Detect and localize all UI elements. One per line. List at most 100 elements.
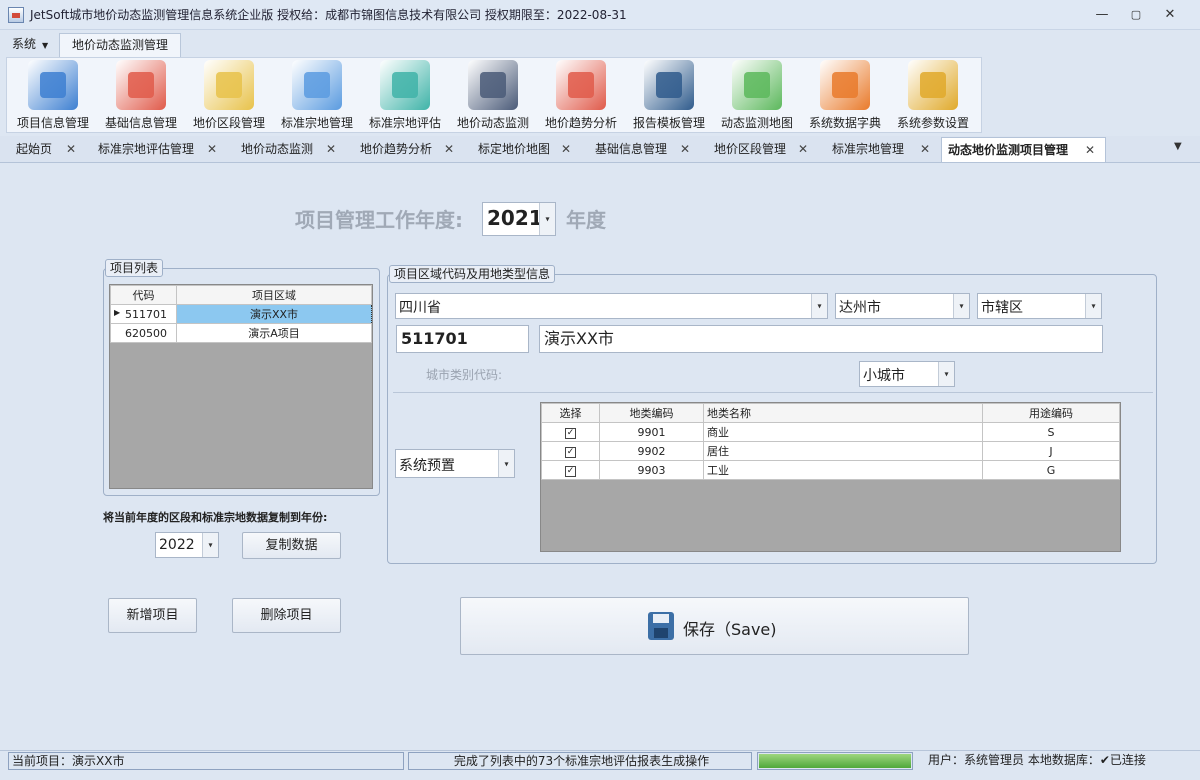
preset-value: 系统预置 bbox=[399, 458, 455, 474]
project-code: 511701 bbox=[125, 307, 167, 321]
save-button[interactable]: 保存（Save) bbox=[460, 597, 969, 655]
ribbon-button-10[interactable]: 系统数据字典 bbox=[802, 58, 888, 130]
doc-tab-4[interactable]: 地价趋势分析 ✕ bbox=[346, 137, 464, 162]
doc-tab-8[interactable]: 标准宗地管理 ✕ bbox=[818, 137, 940, 162]
status-progress-bar bbox=[757, 752, 913, 770]
ribbon-button-3[interactable]: 地价区段管理 bbox=[186, 58, 272, 130]
close-tab-icon[interactable]: ✕ bbox=[66, 137, 76, 161]
laptop-icon bbox=[644, 60, 694, 110]
copy-data-button[interactable]: 复制数据 bbox=[242, 532, 341, 559]
status-user: 用户：系统管理员 本地数据库：✔已连接 bbox=[928, 752, 1146, 768]
doc-tab-9[interactable]: 动态地价监测项目管理 ✕ bbox=[941, 137, 1106, 162]
chevron-down-icon[interactable] bbox=[953, 294, 969, 318]
save-label: 保存（Save) bbox=[683, 620, 777, 639]
city-type-label: 城市类别代码: bbox=[426, 368, 503, 382]
maximize-button[interactable]: ▢ bbox=[1126, 6, 1146, 24]
chevron-down-icon[interactable] bbox=[539, 203, 555, 235]
table-row[interactable]: ✓ 9903 工业 G bbox=[541, 460, 1120, 480]
clipboard-icon bbox=[116, 60, 166, 110]
row-checkbox[interactable]: ✓ bbox=[565, 466, 576, 477]
province-select[interactable]: 四川省 bbox=[395, 293, 828, 319]
map-search-icon bbox=[204, 60, 254, 110]
chevron-down-icon: ▼ bbox=[42, 41, 49, 50]
doc-tab-6[interactable]: 基础信息管理 ✕ bbox=[581, 137, 700, 162]
chevron-down-icon[interactable] bbox=[938, 362, 954, 386]
menu-system-label: 系统 bbox=[12, 37, 37, 51]
ribbon-label: 报告模板管理 bbox=[632, 116, 705, 130]
close-tab-icon[interactable]: ✕ bbox=[680, 137, 690, 161]
doc-tab-2[interactable]: 标准宗地评估管理 ✕ bbox=[84, 137, 227, 162]
ribbon-tab-land-price[interactable]: 地价动态监测管理 bbox=[59, 33, 181, 58]
table-row[interactable]: ▶ 511701 演示XX市 bbox=[110, 304, 372, 324]
district-select[interactable]: 市辖区 bbox=[977, 293, 1102, 319]
year-value: 2021 bbox=[487, 206, 543, 230]
chevron-down-icon[interactable] bbox=[1085, 294, 1101, 318]
table-row[interactable]: 620500 演示A项目 bbox=[110, 323, 372, 343]
ribbon-button-11[interactable]: 系统参数设置 bbox=[890, 58, 976, 130]
table-row[interactable]: ✓ 9902 居住 J bbox=[541, 441, 1120, 461]
year-label: 项目管理工作年度: bbox=[295, 208, 463, 232]
delete-project-button[interactable]: 删除项目 bbox=[232, 598, 341, 633]
district-value: 市辖区 bbox=[981, 300, 1023, 316]
ribbon-button-2[interactable]: 基础信息管理 bbox=[98, 58, 184, 130]
close-tab-icon[interactable]: ✕ bbox=[326, 137, 336, 161]
city-type-select[interactable]: 小城市 bbox=[859, 361, 955, 387]
tab-list-dropdown-icon[interactable]: ▼ bbox=[1174, 141, 1182, 152]
copy-year-select[interactable]: 2022 bbox=[155, 532, 219, 558]
column-header-landuse-name[interactable]: 地类名称 bbox=[703, 403, 983, 423]
region-info-title: 项目区域代码及用地类型信息 bbox=[389, 265, 556, 283]
close-tab-icon[interactable]: ✕ bbox=[920, 137, 930, 161]
region-code-field[interactable]: 511701 bbox=[396, 325, 529, 353]
doc-tab-label: 标准宗地管理 bbox=[832, 142, 905, 156]
city-select[interactable]: 达州市 bbox=[835, 293, 970, 319]
project-region[interactable]: 演示A项目 bbox=[176, 323, 372, 343]
doc-tab-3[interactable]: 地价动态监测 ✕ bbox=[227, 137, 346, 162]
year-select[interactable]: 2021 bbox=[482, 202, 556, 236]
menu-system[interactable]: 系统 ▼ bbox=[6, 33, 54, 55]
ribbon-button-1[interactable]: 项目信息管理 bbox=[10, 58, 96, 130]
ribbon-button-9[interactable]: 动态监测地图 bbox=[714, 58, 800, 130]
doc-tab-5[interactable]: 标定地价地图 ✕ bbox=[464, 137, 581, 162]
doc-tab-label: 地价动态监测 bbox=[241, 142, 314, 156]
status-current-project: 当前项目：演示XX市 bbox=[8, 752, 404, 770]
column-header-landuse-code[interactable]: 地类编码 bbox=[599, 403, 704, 423]
row-checkbox[interactable]: ✓ bbox=[565, 447, 576, 458]
chevron-down-icon[interactable] bbox=[811, 294, 827, 318]
map-magnify-icon bbox=[732, 60, 782, 110]
project-code: 620500 bbox=[110, 323, 177, 343]
region-name-field[interactable]: 演示XX市 bbox=[539, 325, 1103, 353]
close-tab-icon[interactable]: ✕ bbox=[1085, 138, 1095, 162]
close-tab-icon[interactable]: ✕ bbox=[798, 137, 808, 161]
row-pointer-icon: ▶ bbox=[114, 307, 121, 317]
map-pin-icon bbox=[292, 60, 342, 110]
column-header-use-code[interactable]: 用途编码 bbox=[982, 403, 1120, 423]
title-bar: JetSoft城市地价动态监测管理信息系统企业版 授权给：成都市锦图信息技术有限… bbox=[0, 0, 1200, 30]
close-tab-icon[interactable]: ✕ bbox=[561, 137, 571, 161]
ribbon-button-8[interactable]: 报告模板管理 bbox=[626, 58, 712, 130]
chevron-down-icon[interactable] bbox=[498, 450, 514, 477]
ribbon-button-7[interactable]: 地价趋势分析 bbox=[538, 58, 624, 130]
ribbon-button-4[interactable]: 标准宗地管理 bbox=[274, 58, 360, 130]
doc-tab-7[interactable]: 地价区段管理 ✕ bbox=[700, 137, 818, 162]
row-checkbox[interactable]: ✓ bbox=[565, 428, 576, 439]
status-message: 完成了列表中的73个标准宗地评估报表生成操作 bbox=[408, 752, 752, 770]
close-button[interactable]: ✕ bbox=[1160, 6, 1180, 24]
doc-tab-label: 动态地价监测项目管理 bbox=[948, 143, 1069, 157]
project-region[interactable]: 演示XX市 bbox=[176, 304, 372, 324]
ribbon-button-6[interactable]: 地价动态监测 bbox=[450, 58, 536, 130]
landuse-name: 工业 bbox=[703, 460, 983, 480]
preset-select[interactable]: 系统预置 bbox=[395, 449, 515, 478]
minimize-button[interactable]: — bbox=[1092, 6, 1112, 24]
close-tab-icon[interactable]: ✕ bbox=[207, 137, 217, 161]
chevron-down-icon[interactable] bbox=[202, 533, 218, 557]
close-tab-icon[interactable]: ✕ bbox=[444, 137, 454, 161]
landuse-code: 9902 bbox=[599, 441, 704, 461]
add-project-button[interactable]: 新增项目 bbox=[108, 598, 197, 633]
column-header-select[interactable]: 选择 bbox=[541, 403, 600, 423]
column-header-region[interactable]: 项目区域 bbox=[176, 285, 372, 305]
ribbon-button-5[interactable]: 标准宗地评估 bbox=[362, 58, 448, 130]
progress-fill bbox=[759, 754, 911, 768]
column-header-code[interactable]: 代码 bbox=[110, 285, 177, 305]
doc-tab-1[interactable]: 起始页 ✕ bbox=[2, 137, 86, 162]
table-row[interactable]: ✓ 9901 商业 S bbox=[541, 422, 1120, 442]
